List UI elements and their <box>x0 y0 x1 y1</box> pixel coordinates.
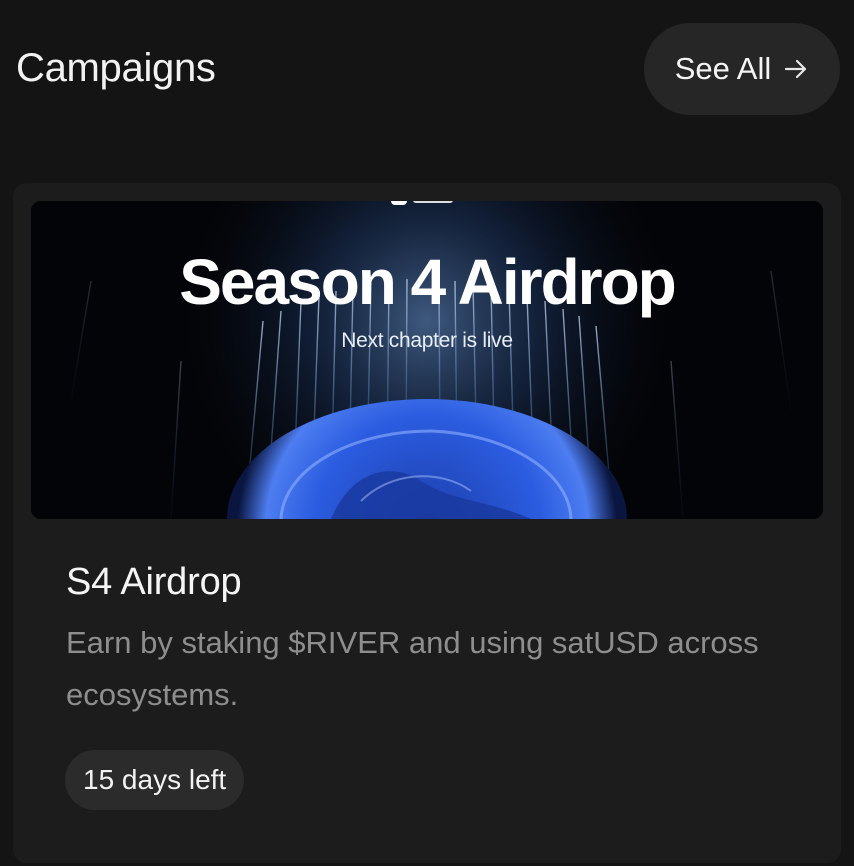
banner-subtitle: Next chapter is live <box>341 329 513 352</box>
campaign-card[interactable]: Season 4 Airdrop Next chapter is live S4… <box>13 183 841 863</box>
see-all-label: See All <box>674 51 772 86</box>
campaigns-header: Campaigns See All <box>0 0 854 140</box>
section-title: Campaigns <box>16 46 216 90</box>
time-left-label: 15 days left <box>83 764 227 795</box>
see-all-button[interactable]: See All <box>644 23 840 115</box>
time-left-badge: 15 days left <box>65 750 245 810</box>
campaign-banner: Season 4 Airdrop Next chapter is live <box>31 201 823 519</box>
campaign-description: Earn by staking $RIVER and using satUSD … <box>66 625 759 712</box>
river-logo-icon <box>391 201 453 205</box>
banner-title: Season 4 Airdrop <box>179 246 677 318</box>
campaign-name: S4 Airdrop <box>66 561 242 603</box>
arrow-right-icon <box>785 59 807 79</box>
